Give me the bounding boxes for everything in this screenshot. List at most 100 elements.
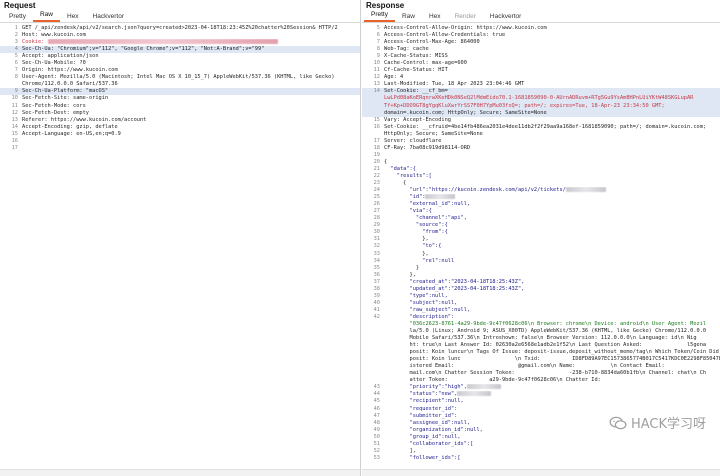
tab-render[interactable]: Render	[448, 12, 483, 22]
response-line: 31 },	[362, 236, 720, 243]
request-line: 16	[0, 138, 360, 145]
request-line: 9 Sec-Ch-Ua-Platform: "macOS"	[0, 88, 360, 96]
line-number: 16	[11, 137, 18, 144]
line-text: Set-Cookie: __cf_bm=	[384, 88, 448, 95]
line-text: "raw_subject":null,	[384, 306, 471, 313]
line-text: Referer: https://www.kucoin.com/account	[22, 116, 147, 123]
line-text: "description":	[384, 313, 455, 320]
line-number: 48	[373, 419, 380, 426]
line-text: "channel":"api",	[384, 215, 467, 222]
response-line: ht: true\n Last Answer Id: 02630a2e6568e…	[362, 342, 720, 349]
line-number: 20	[373, 158, 380, 165]
line-text: Sec-Ch-Ua-Platform: "macOS"	[22, 88, 109, 95]
request-line: 8 User-Agent: Mozilla/5.0 (Macintosh; Int…	[0, 74, 360, 81]
line-number: 3	[14, 39, 18, 46]
line-number: 33	[373, 250, 380, 257]
line-number	[362, 377, 384, 384]
response-line: 38 "updated_at":"2023-04-18T18:25:43Z",	[362, 286, 720, 293]
line-text	[384, 152, 720, 159]
line-number: 13	[373, 81, 380, 88]
line-text: "data":{	[384, 165, 416, 172]
line-text: Origin: https://www.kucoin.com	[22, 67, 118, 74]
response-line: 35 }	[362, 265, 720, 272]
response-line: 44 "status":"new",	[362, 391, 720, 398]
line-text: la/5.0 (Linux; Android 9; ASUS_X00TD) Ap…	[384, 328, 707, 335]
line-text: HttpOnly; Secure; SameSite=None	[384, 130, 483, 137]
request-editor[interactable]: 1 GET /_api/zendesk/api/v2/search.json?qu…	[0, 23, 360, 152]
response-line: 41 "raw_subject":null,	[362, 307, 720, 314]
line-number: 45	[373, 398, 380, 405]
response-line: 34 "rel":null	[362, 258, 720, 265]
line-number	[362, 328, 384, 335]
tab-raw[interactable]: Raw	[395, 12, 422, 22]
line-text: Accept-Language: en-US,en;q=0.9	[22, 130, 121, 137]
response-line: 37 "created_at":"2023-04-18T18:25:43Z",	[362, 279, 720, 286]
line-number: 8	[376, 46, 380, 53]
request-line: 4 Sec-Ch-Ua: "Chromium";v="112", "Google …	[0, 46, 360, 54]
line-text: Vary: Accept-Encoding	[384, 116, 451, 123]
response-line: 26 "external_id":null,	[362, 201, 720, 208]
tab-pretty[interactable]: Pretty	[364, 10, 395, 22]
line-number	[0, 81, 22, 88]
line-number: 5	[376, 25, 380, 31]
response-line: 30 "from":{	[362, 229, 720, 236]
tab-hackvertor[interactable]: Hackvertor	[483, 12, 528, 22]
response-line: 17 Server: cloudflare	[362, 138, 720, 145]
tab-pretty[interactable]: Pretty	[2, 12, 33, 22]
line-number: 11	[373, 67, 380, 74]
response-pane: Response Pretty Raw Hex Render Hackvertor 5A…	[362, 0, 720, 476]
line-text: "updated_at":"2023-04-18T18:25:43Z",	[384, 285, 525, 292]
line-text: },	[384, 236, 429, 243]
line-number: 10	[11, 95, 18, 102]
tab-hackvertor[interactable]: Hackvertor	[86, 12, 131, 22]
line-number: 26	[373, 201, 380, 208]
response-scrollbar[interactable]	[362, 469, 720, 476]
line-text: Set-Cookie: __cfruid=4be14fb486ea2031e4d…	[384, 123, 707, 130]
response-line: 12 Age: 4	[362, 74, 720, 81]
line-number: 13	[11, 116, 18, 123]
line-number	[362, 342, 384, 349]
request-scrollbar[interactable]	[0, 469, 360, 476]
line-number	[362, 356, 384, 363]
tab-hex[interactable]: Hex	[422, 12, 448, 22]
response-line: Tf+Kp+DDO9GT8gYgqKluXwrYrSS7F0H7YpMu03fx…	[362, 102, 720, 110]
line-text: Chrome/112.0.0.0 Safari/537.36	[22, 81, 118, 88]
response-line: 53 "follower_ids":[	[362, 455, 720, 462]
response-line: 23 {	[362, 180, 720, 187]
line-number: 37	[373, 278, 380, 285]
line-text: Age: 4	[384, 74, 404, 81]
response-line: 29 "source":{	[362, 222, 720, 229]
tab-hex[interactable]: Hex	[60, 12, 86, 22]
response-line: 28 "channel":"api",	[362, 215, 720, 222]
response-editor[interactable]: 5 Access-Control-Allow-Origin: https://ww…	[362, 23, 720, 462]
line-number: 43	[373, 384, 380, 391]
line-text: Accept: application/json	[22, 53, 99, 60]
line-number: 29	[373, 222, 380, 229]
line-number: 53	[373, 454, 380, 461]
line-number: 12	[373, 74, 380, 81]
line-text: X-Cache-Status: MISS	[384, 53, 448, 60]
response-line: 27 "via":{	[362, 208, 720, 215]
line-text: Sec-Ch-Ua: "Chromium";v="112", "Google C…	[22, 46, 265, 53]
line-number	[362, 110, 384, 117]
response-line: 40 "subject":null,	[362, 300, 720, 307]
line-number: 50	[373, 433, 380, 440]
line-number: 7	[376, 39, 380, 46]
response-line: 8 Web-Tag: cache	[362, 46, 720, 53]
line-text: Host: www.kucoin.com	[22, 32, 86, 39]
request-line: 6 Sec-Ch-Ua-Mobile: ?0	[0, 60, 360, 67]
response-line: 51 "collaborator_ids":[	[362, 441, 720, 448]
line-text: Access-Control-Max-Age: 864000	[384, 39, 480, 46]
response-line: 10 Cache-Control: max-age=600	[362, 60, 720, 67]
response-line: domain=.kucoin.com; HttpOnly; Secure; Sa…	[362, 109, 720, 117]
line-number: 15	[373, 116, 380, 123]
line-number: 14	[373, 88, 380, 95]
line-text: "from":{	[384, 229, 448, 236]
line-text: Mobile Safari/537.36\n Introshown: false…	[384, 335, 697, 342]
line-number: 49	[373, 426, 380, 433]
request-line: 12 Sec-Fetch-Dest: empty	[0, 110, 360, 117]
request-line: 17	[0, 145, 360, 152]
tab-raw[interactable]: Raw	[32, 10, 60, 22]
line-number: 8	[14, 74, 18, 81]
response-line: 21 "data":{	[362, 166, 720, 173]
